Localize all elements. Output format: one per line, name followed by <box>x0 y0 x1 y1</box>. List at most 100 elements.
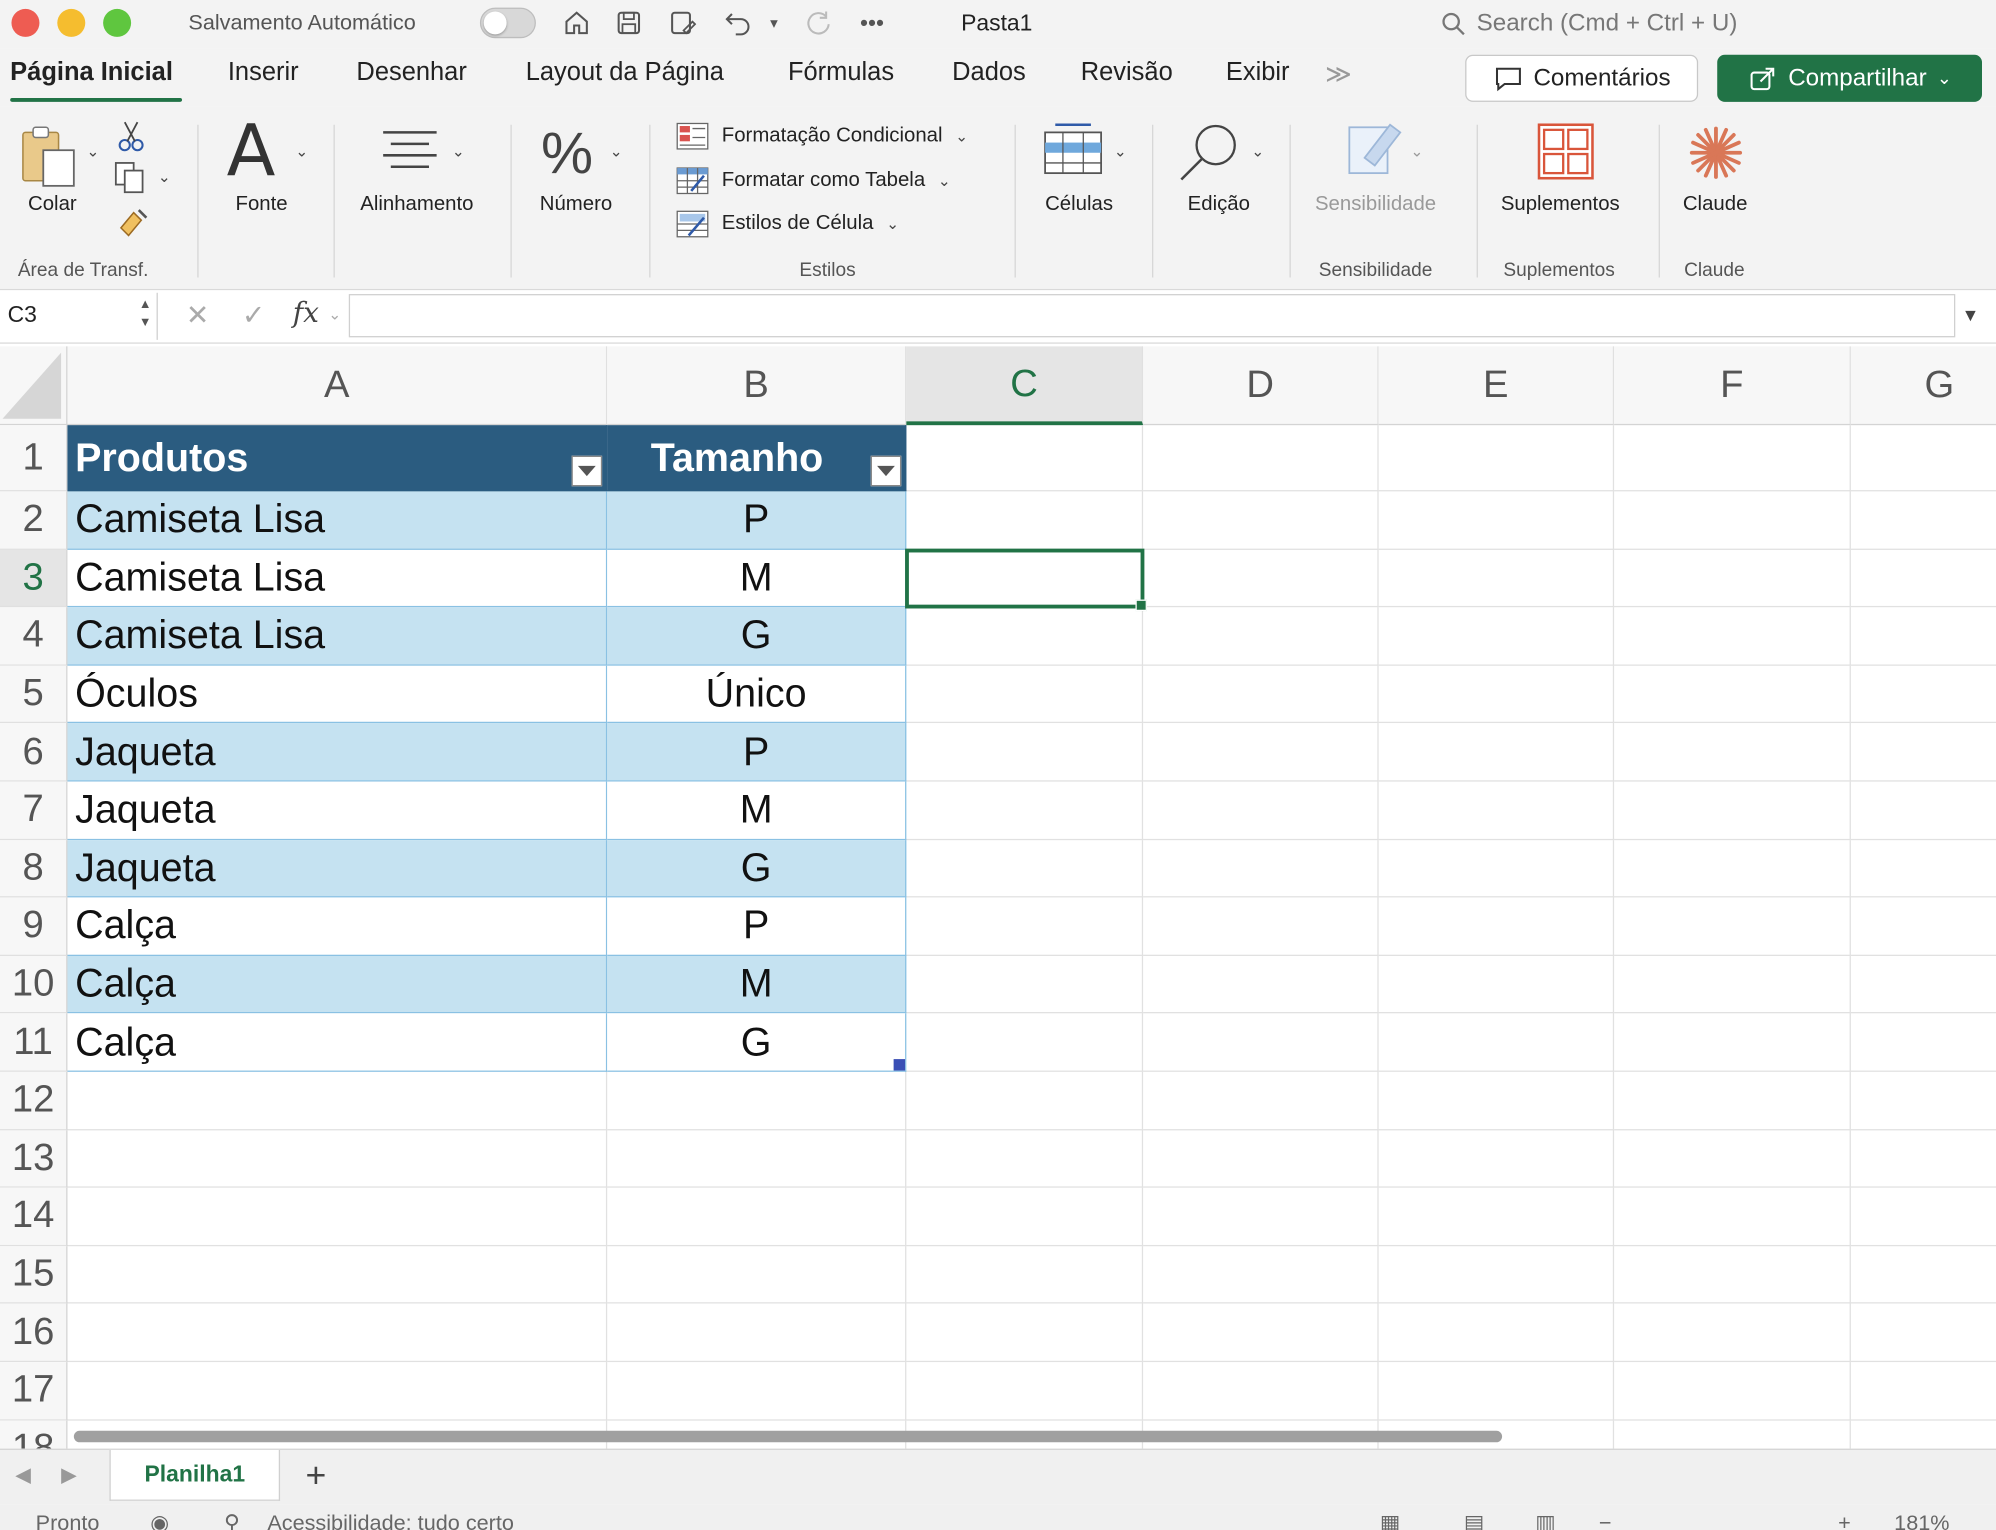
editing-search-icon[interactable] <box>1177 120 1241 190</box>
cell-d7[interactable] <box>1143 781 1379 840</box>
row-header-18[interactable]: 18 <box>0 1420 68 1449</box>
number-dropdown-icon[interactable]: ⌄ <box>610 143 623 161</box>
share-button[interactable]: Compartilhar ⌄ <box>1717 54 1982 102</box>
table-cell-b6[interactable]: P <box>607 723 907 782</box>
cell-e14[interactable] <box>1378 1187 1615 1246</box>
table-cell-a11[interactable]: Calça <box>67 1013 608 1072</box>
search-box[interactable]: Search (Cmd + Ctrl + U) <box>1441 10 1737 38</box>
cell-e16[interactable] <box>1378 1304 1615 1363</box>
cell-g2[interactable] <box>1850 491 1996 550</box>
format-painter-icon[interactable] <box>113 205 149 244</box>
add-sheet-button[interactable]: + <box>306 1455 327 1496</box>
cell-d9[interactable] <box>1143 897 1379 956</box>
copy-icon[interactable] <box>113 160 149 199</box>
tab-revisao[interactable]: Revisão <box>1081 59 1173 88</box>
alignment-icon[interactable] <box>381 127 440 179</box>
tab-pagina-inicial[interactable]: Página Inicial <box>10 59 173 88</box>
table-cell-b10[interactable]: M <box>607 955 907 1014</box>
format-as-table-button[interactable]: Formatar como Tabela ⌄ <box>676 167 951 195</box>
sheet-tab-planilha1[interactable]: Planilha1 <box>109 1449 281 1501</box>
table-cell-b4[interactable]: G <box>607 607 907 666</box>
cell-e6[interactable] <box>1378 723 1615 782</box>
normal-view-icon[interactable]: ▦ <box>1380 1511 1400 1530</box>
more-commands-icon[interactable]: ••• <box>855 5 888 41</box>
cell-g11[interactable] <box>1850 1014 1996 1072</box>
cell-g15[interactable] <box>1850 1246 1996 1305</box>
number-format-icon[interactable]: % <box>541 117 593 188</box>
column-header-b[interactable]: B <box>607 346 907 426</box>
row-header-6[interactable]: 6 <box>0 723 68 782</box>
table-cell-b5[interactable]: Único <box>607 665 907 724</box>
zoom-level[interactable]: 181% <box>1894 1511 1949 1530</box>
cell-a17[interactable] <box>67 1362 608 1421</box>
table-resize-handle[interactable] <box>893 1059 906 1071</box>
font-icon[interactable]: A <box>227 114 276 191</box>
cell-d13[interactable] <box>1143 1129 1379 1188</box>
row-header-8[interactable]: 8 <box>0 839 68 898</box>
cell-e7[interactable] <box>1378 781 1615 840</box>
spreadsheet-grid[interactable]: A B C D E F G 1 2 3 4 5 6 7 8 9 10 11 12 13 14 15 16 17 18 Produt… <box>0 346 1996 1449</box>
table-cell-a3[interactable]: Camiseta Lisa <box>67 549 608 608</box>
column-header-e[interactable]: E <box>1378 346 1615 426</box>
cell-f8[interactable] <box>1614 839 1851 898</box>
cell-e8[interactable] <box>1378 839 1615 898</box>
cell-g13[interactable] <box>1850 1130 1996 1188</box>
cell-g4[interactable] <box>1850 607 1996 666</box>
cell-c7[interactable] <box>906 781 1144 840</box>
cell-f1[interactable] <box>1614 425 1851 492</box>
cell-g8[interactable] <box>1850 840 1996 898</box>
row-header-13[interactable]: 13 <box>0 1129 68 1188</box>
table-cell-a7[interactable]: Jaqueta <box>67 781 608 840</box>
cell-g3[interactable] <box>1850 549 1996 608</box>
zoom-out-icon[interactable]: − <box>1599 1511 1612 1530</box>
sensitivity-icon[interactable] <box>1347 120 1406 185</box>
cell-e3[interactable] <box>1378 549 1615 608</box>
cell-d10[interactable] <box>1143 955 1379 1014</box>
cell-e17[interactable] <box>1378 1362 1615 1421</box>
table-cell-a4[interactable]: Camiseta Lisa <box>67 607 608 666</box>
cell-d4[interactable] <box>1143 607 1379 666</box>
cell-g12[interactable] <box>1850 1072 1996 1130</box>
cell-a13[interactable] <box>67 1129 608 1188</box>
table-cell-b2[interactable]: P <box>607 491 907 550</box>
cell-f11[interactable] <box>1614 1013 1851 1072</box>
row-header-16[interactable]: 16 <box>0 1304 68 1363</box>
comments-button[interactable]: Comentários <box>1465 54 1699 102</box>
alignment-dropdown-icon[interactable]: ⌄ <box>452 143 465 161</box>
cell-styles-button[interactable]: Estilos de Célula ⌄ <box>676 210 899 238</box>
cell-e5[interactable] <box>1378 665 1615 724</box>
font-dropdown-icon[interactable]: ⌄ <box>295 143 308 161</box>
paste-dropdown-icon[interactable]: ⌄ <box>87 143 100 161</box>
cell-a14[interactable] <box>67 1187 608 1246</box>
accessibility-icon[interactable]: ⚲ <box>224 1511 240 1530</box>
column-header-g[interactable]: G <box>1850 346 1996 426</box>
cell-f3[interactable] <box>1614 549 1851 608</box>
cell-f2[interactable] <box>1614 491 1851 550</box>
cell-f12[interactable] <box>1614 1071 1851 1130</box>
cell-b15[interactable] <box>607 1245 907 1305</box>
page-break-view-icon[interactable]: ▥ <box>1535 1511 1555 1530</box>
tab-exibir[interactable]: Exibir <box>1226 59 1290 88</box>
cell-f16[interactable] <box>1614 1304 1851 1363</box>
active-cell-selection[interactable] <box>905 548 1147 611</box>
cell-g5[interactable] <box>1850 665 1996 724</box>
cell-f4[interactable] <box>1614 607 1851 666</box>
cell-d8[interactable] <box>1143 839 1379 898</box>
cell-c16[interactable] <box>906 1304 1144 1363</box>
cell-e4[interactable] <box>1378 607 1615 666</box>
row-header-12[interactable]: 12 <box>0 1071 68 1130</box>
next-sheet-icon[interactable]: ▶ <box>61 1463 77 1488</box>
cell-d1[interactable] <box>1143 425 1379 492</box>
cell-e10[interactable] <box>1378 955 1615 1014</box>
cell-d2[interactable] <box>1143 491 1379 550</box>
name-box-stepper-icon[interactable]: ▲ ▼ <box>139 297 152 333</box>
row-header-15[interactable]: 15 <box>0 1245 68 1305</box>
table-cell-b8[interactable]: G <box>607 839 907 898</box>
tab-inserir[interactable]: Inserir <box>228 59 299 88</box>
cell-c13[interactable] <box>906 1129 1144 1188</box>
table-cell-a9[interactable]: Calça <box>67 897 608 956</box>
cell-a16[interactable] <box>67 1304 608 1363</box>
column-header-a[interactable]: A <box>67 346 608 426</box>
cell-b17[interactable] <box>607 1362 907 1421</box>
cell-f18[interactable] <box>1614 1420 1851 1449</box>
